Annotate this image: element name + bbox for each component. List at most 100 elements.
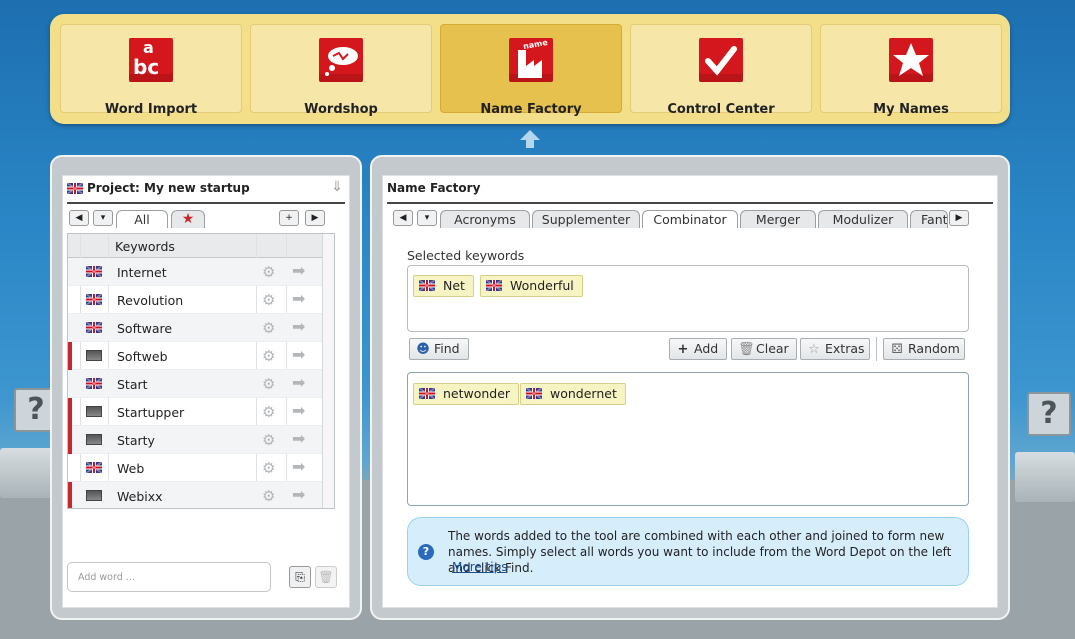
keywords-table: Keywords Internet ⚙ ➡ Revolution ⚙ ➡ Software ⚙… xyxy=(67,233,335,509)
add-button[interactable]: + Add xyxy=(669,338,727,360)
tab-merger[interactable]: Merger xyxy=(740,210,816,228)
selected-keywords-box[interactable]: Net Wonderful xyxy=(407,265,969,332)
keyword-row[interactable]: Web ⚙ ➡ xyxy=(68,454,323,482)
move-right-arrow-icon[interactable]: ➡ xyxy=(292,485,305,504)
keywords-table-header: Keywords xyxy=(68,234,323,258)
question-sign-decoration-right: ? xyxy=(1015,392,1075,502)
title-divider xyxy=(67,202,345,204)
keywords-scrollbar[interactable] xyxy=(322,234,334,508)
nav-name-factory-button[interactable]: name Name Factory xyxy=(440,24,622,117)
thought-bubble-icon xyxy=(319,38,363,82)
tool-tab-scroll-left-button[interactable]: ◀ xyxy=(393,210,413,226)
help-question-icon: ? xyxy=(418,544,434,560)
project-title: Project: My new startup xyxy=(87,181,250,195)
star-icon xyxy=(889,38,933,82)
keyword-text: Internet xyxy=(117,265,167,280)
button-separator xyxy=(876,337,877,361)
import-word-button[interactable]: ⎘ xyxy=(289,566,311,588)
gear-icon[interactable]: ⚙ xyxy=(262,459,275,477)
tab-all[interactable]: All xyxy=(116,210,168,228)
nav-word-import-label: Word Import xyxy=(104,102,198,117)
gear-icon[interactable]: ⚙ xyxy=(262,263,275,281)
nav-control-center-button[interactable]: Control Center xyxy=(630,24,812,117)
uk-flag-icon xyxy=(419,280,435,291)
result-chip-wondernet[interactable]: wondernet xyxy=(520,383,626,405)
gear-icon[interactable]: ⚙ xyxy=(262,431,275,449)
dice-icon: ⚄ xyxy=(891,342,903,357)
uk-flag-icon xyxy=(86,266,102,277)
keyword-row[interactable]: Webixx ⚙ ➡ xyxy=(68,482,323,508)
tab-dropdown-button[interactable]: ▾ xyxy=(93,210,113,226)
nav-wordshop-button[interactable]: Wordshop xyxy=(250,24,432,117)
tab-favorites[interactable]: ★ xyxy=(171,210,205,228)
uk-flag-icon xyxy=(419,388,435,399)
move-right-arrow-icon[interactable]: ➡ xyxy=(292,317,305,336)
red-marker xyxy=(68,398,72,426)
add-word-input[interactable]: Add word ... xyxy=(67,562,271,592)
title-divider xyxy=(387,202,993,204)
name-factory-panel: Name Factory ◀ ▾ Acronyms Supplementer C… xyxy=(370,155,1010,620)
tab-modulizer[interactable]: Modulizer xyxy=(818,210,908,228)
move-right-arrow-icon[interactable]: ➡ xyxy=(292,261,305,280)
red-star-icon: ★ xyxy=(181,211,195,227)
move-right-arrow-icon[interactable]: ➡ xyxy=(292,429,305,448)
keyword-text: Starty xyxy=(117,433,155,448)
tab-fantasy[interactable]: Fant xyxy=(910,210,948,228)
keyword-row[interactable]: Softweb ⚙ ➡ xyxy=(68,342,323,370)
red-marker xyxy=(68,342,72,370)
results-box[interactable]: netwonder wondernet xyxy=(407,372,969,506)
abc-icon: a bc xyxy=(129,38,173,82)
uk-flag-icon xyxy=(67,183,83,194)
gear-icon[interactable]: ⚙ xyxy=(262,291,275,309)
keyword-row[interactable]: Start ⚙ ➡ xyxy=(68,370,323,398)
tool-tab-dropdown-button[interactable]: ▾ xyxy=(417,210,437,226)
more-tips-link[interactable]: More tips xyxy=(452,560,507,574)
clear-button[interactable]: 🗑Clear xyxy=(731,338,797,360)
tab-acronyms[interactable]: Acronyms xyxy=(440,210,530,228)
keyword-chip-net[interactable]: Net xyxy=(413,275,474,297)
uk-flag-icon xyxy=(86,378,102,389)
add-tab-button[interactable]: + xyxy=(279,210,299,226)
move-right-arrow-icon[interactable]: ➡ xyxy=(292,289,305,308)
keyword-row[interactable]: Revolution ⚙ ➡ xyxy=(68,286,323,314)
tab-supplementer[interactable]: Supplementer xyxy=(532,210,640,228)
move-right-arrow-icon[interactable]: ➡ xyxy=(292,345,305,364)
gear-icon[interactable]: ⚙ xyxy=(262,403,275,421)
gear-icon[interactable]: ⚙ xyxy=(262,487,275,505)
find-button[interactable]: ☻ Find xyxy=(409,338,469,360)
move-right-arrow-icon[interactable]: ➡ xyxy=(292,401,305,420)
download-arrow-icon[interactable]: ⇓ xyxy=(331,179,343,195)
uk-flag-icon xyxy=(486,280,502,291)
result-chip-netwonder[interactable]: netwonder xyxy=(413,383,520,405)
trash-icon: 🗑 xyxy=(738,342,755,357)
uk-flag-icon xyxy=(86,294,102,305)
keyword-text: Startupper xyxy=(117,405,185,420)
nav-my-names-button[interactable]: My Names xyxy=(820,24,1002,117)
keyword-row[interactable]: Startupper ⚙ ➡ xyxy=(68,398,323,426)
tab-scroll-right-button[interactable]: ▶ xyxy=(305,210,325,226)
keyword-row[interactable]: Software ⚙ ➡ xyxy=(68,314,323,342)
move-right-arrow-icon[interactable]: ➡ xyxy=(292,373,305,392)
keyword-text: Software xyxy=(117,321,173,336)
gear-icon[interactable]: ⚙ xyxy=(262,319,275,337)
tab-combinator[interactable]: Combinator xyxy=(642,210,738,228)
keyword-text: Start xyxy=(117,377,148,392)
keyword-chip-wonderful[interactable]: Wonderful xyxy=(480,275,583,297)
move-right-arrow-icon[interactable]: ➡ xyxy=(292,457,305,476)
keyword-row[interactable]: Starty ⚙ ➡ xyxy=(68,426,323,454)
extras-button[interactable]: ☆ Extras xyxy=(800,338,870,360)
name-factory-title: Name Factory xyxy=(387,181,481,195)
nav-word-import-button[interactable]: a bc Word Import xyxy=(60,24,242,117)
tab-scroll-left-button[interactable]: ◀ xyxy=(69,210,89,226)
gear-icon[interactable]: ⚙ xyxy=(262,347,275,365)
random-button[interactable]: ⚄ Random xyxy=(883,338,965,360)
star-outline-icon: ☆ xyxy=(808,342,820,357)
collapse-up-arrow-icon[interactable] xyxy=(517,128,543,150)
trash-icon: 🗑 xyxy=(318,570,334,584)
selected-keywords-label: Selected keywords xyxy=(407,248,525,263)
tool-tab-scroll-right-button[interactable]: ▶ xyxy=(949,210,969,226)
keyword-row[interactable]: Internet ⚙ ➡ xyxy=(68,258,323,286)
delete-word-button[interactable]: 🗑 xyxy=(315,566,337,588)
name-factory-content: Name Factory ◀ ▾ Acronyms Supplementer C… xyxy=(382,175,998,608)
gear-icon[interactable]: ⚙ xyxy=(262,375,275,393)
